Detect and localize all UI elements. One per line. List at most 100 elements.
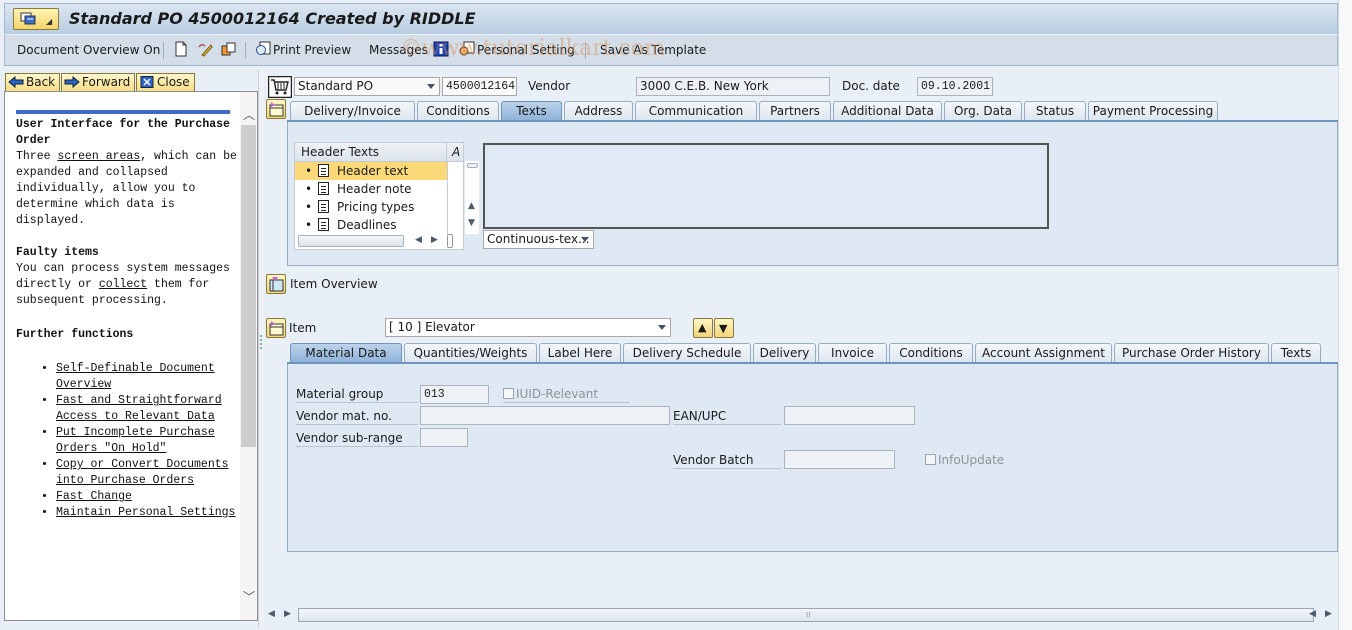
- previous-item-button[interactable]: ▲: [693, 318, 713, 338]
- scroll-up-icon[interactable]: ︿: [243, 106, 255, 123]
- tree-item[interactable]: • Deadlines: [295, 216, 447, 234]
- po-type-select[interactable]: Standard PO: [294, 77, 440, 96]
- back-label: Back: [26, 75, 56, 89]
- tab-communication[interactable]: Communication: [635, 101, 757, 120]
- item-tab-delivery[interactable]: Delivery: [753, 343, 816, 362]
- material-group-field[interactable]: 013: [420, 385, 489, 404]
- save-as-template-button[interactable]: Save As Template: [600, 43, 706, 57]
- link-collect[interactable]: collect: [99, 278, 147, 291]
- link-personal-settings[interactable]: Maintain Personal Settings: [56, 506, 235, 519]
- item-tab-material-data[interactable]: Material Data: [290, 343, 402, 362]
- expand-item-overview-button[interactable]: [266, 274, 286, 294]
- item-tab-texts[interactable]: Texts: [1271, 343, 1321, 362]
- link-screen-areas[interactable]: screen areas: [57, 150, 140, 163]
- help-panel: User Interface for the Purchase Order Th…: [4, 91, 258, 621]
- other-document-icon[interactable]: [221, 41, 237, 57]
- item-tab-invoice[interactable]: Invoice: [818, 343, 887, 362]
- vendor-batch-field[interactable]: [784, 450, 895, 469]
- item-tab-delivery-schedule[interactable]: Delivery Schedule: [623, 343, 751, 362]
- next-item-button[interactable]: ▼: [714, 318, 734, 338]
- tree-vscroll[interactable]: ▲ ▼: [465, 161, 479, 234]
- collapse-item-detail-button[interactable]: [266, 318, 286, 338]
- tab-additional-data[interactable]: Additional Data: [833, 101, 942, 120]
- panel-splitter[interactable]: [258, 70, 264, 628]
- tab-delivery-invoice[interactable]: Delivery/Invoice: [290, 101, 415, 120]
- item-tabstrip: Material Data Quantities/Weights Label Her…: [290, 343, 1338, 363]
- vendor-field[interactable]: 3000 C.E.B. New York: [636, 77, 830, 96]
- link-fast-access[interactable]: Fast and Straightforward Access to Relev…: [56, 394, 222, 423]
- scroll-down-icon[interactable]: ﹀: [243, 588, 255, 605]
- scroll-right-icon[interactable]: ▶: [284, 609, 291, 619]
- vendor-mat-field[interactable]: [420, 406, 670, 425]
- link-fast-change[interactable]: Fast Change: [56, 490, 132, 503]
- tab-status[interactable]: Status: [1024, 101, 1086, 120]
- collapse-header-button[interactable]: [266, 99, 286, 119]
- vendor-mat-label: Vendor mat. no.: [296, 409, 418, 425]
- forward-button[interactable]: Forward: [61, 73, 136, 91]
- item-tab-label-here[interactable]: Label Here: [539, 343, 621, 362]
- tab-conditions[interactable]: Conditions: [417, 101, 499, 120]
- item-tab-quantities-weights[interactable]: Quantities/Weights: [404, 343, 537, 362]
- bullet-icon: •: [305, 164, 313, 178]
- scroll-handle[interactable]: [447, 234, 453, 248]
- text-document-icon: [318, 218, 329, 231]
- ean-upc-field[interactable]: [784, 406, 915, 425]
- bullet-icon: •: [305, 182, 313, 196]
- link-copy-convert[interactable]: Copy or Convert Documents into Purchase …: [56, 458, 229, 487]
- bullet-icon: •: [305, 218, 313, 232]
- tree-item[interactable]: • Header note: [295, 180, 447, 198]
- tree-hscroll-thumb[interactable]: [298, 235, 404, 247]
- help-header-bar: [16, 110, 230, 114]
- main-hscroll-thumb[interactable]: ⁞⁞: [298, 608, 1314, 622]
- system-menu-button[interactable]: ◢: [13, 8, 59, 30]
- new-document-icon[interactable]: [173, 41, 189, 57]
- item-tab-purchase-order-history[interactable]: Purchase Order History: [1114, 343, 1269, 362]
- application-toolbar: Document Overview On Print Preview Messa…: [4, 34, 1338, 66]
- doc-date-field[interactable]: 09.10.2001: [917, 77, 993, 96]
- close-button[interactable]: Close: [136, 73, 195, 91]
- tab-texts[interactable]: Texts: [501, 101, 562, 120]
- messages-button[interactable]: Messages: [369, 43, 428, 57]
- tab-org-data[interactable]: Org. Data: [944, 101, 1022, 120]
- link-on-hold[interactable]: Put Incomplete Purchase Orders "On Hold": [56, 426, 215, 455]
- help-heading-ui: User Interface for the Purchase Order: [16, 118, 230, 147]
- tab-payment-processing[interactable]: Payment Processing: [1088, 101, 1218, 120]
- scroll-right-icon[interactable]: ▶: [1325, 609, 1332, 619]
- help-scrollbar[interactable]: ︿ ﹀: [240, 92, 257, 620]
- scroll-left-icon[interactable]: ◀: [268, 609, 275, 619]
- back-button[interactable]: Back: [5, 73, 61, 91]
- text-editor-area[interactable]: [483, 143, 1049, 229]
- link-self-definable[interactable]: Self-Definable Document Overview: [56, 362, 215, 391]
- item-tab-account-assignment[interactable]: Account Assignment: [975, 343, 1112, 362]
- list-item: Fast and Straightforward Access to Relev…: [56, 393, 242, 425]
- item-select[interactable]: [ 10 ] Elevator: [385, 318, 671, 337]
- scrollbar-thumb[interactable]: [467, 163, 478, 168]
- personal-setting-button[interactable]: Personal Setting: [477, 43, 575, 57]
- iuid-relevant-label: IUID-Relevant: [516, 387, 599, 401]
- info-icon[interactable]: [433, 41, 449, 57]
- text-format-select[interactable]: Continuous-tex...: [483, 230, 594, 249]
- iuid-relevant-checkbox[interactable]: IUID-Relevant: [503, 387, 630, 403]
- scroll-left-icon[interactable]: ◀: [415, 235, 422, 245]
- shopping-cart-icon[interactable]: [268, 76, 292, 98]
- tree-item[interactable]: • Pricing types: [295, 198, 447, 216]
- item-tab-conditions[interactable]: Conditions: [889, 343, 973, 362]
- title-bar: ◢ Standard PO 4500012164 Created by RIDD…: [4, 3, 1338, 34]
- po-number-field[interactable]: 4500012164: [442, 77, 517, 96]
- print-preview-button[interactable]: Print Preview: [273, 43, 351, 57]
- scroll-down-icon[interactable]: ▼: [468, 218, 475, 228]
- splitter-grip: [260, 335, 263, 349]
- list-item: Put Incomplete Purchase Orders "On Hold": [56, 425, 242, 457]
- tab-address[interactable]: Address: [564, 101, 633, 120]
- scroll-right-icon[interactable]: ▶: [431, 235, 438, 245]
- infoupdate-checkbox[interactable]: InfoUpdate: [925, 453, 1004, 467]
- scroll-left-icon[interactable]: ◀: [1309, 609, 1316, 619]
- scrollbar-thumb[interactable]: [241, 125, 256, 447]
- scroll-up-icon[interactable]: ▲: [468, 201, 475, 211]
- vendor-subrange-field[interactable]: [420, 428, 468, 447]
- arrow-right-icon: [64, 76, 80, 88]
- edit-pencil-icon[interactable]: [197, 41, 213, 57]
- document-overview-button[interactable]: Document Overview On: [17, 43, 160, 57]
- tree-item[interactable]: • Header text: [295, 162, 447, 180]
- tab-partners[interactable]: Partners: [759, 101, 831, 120]
